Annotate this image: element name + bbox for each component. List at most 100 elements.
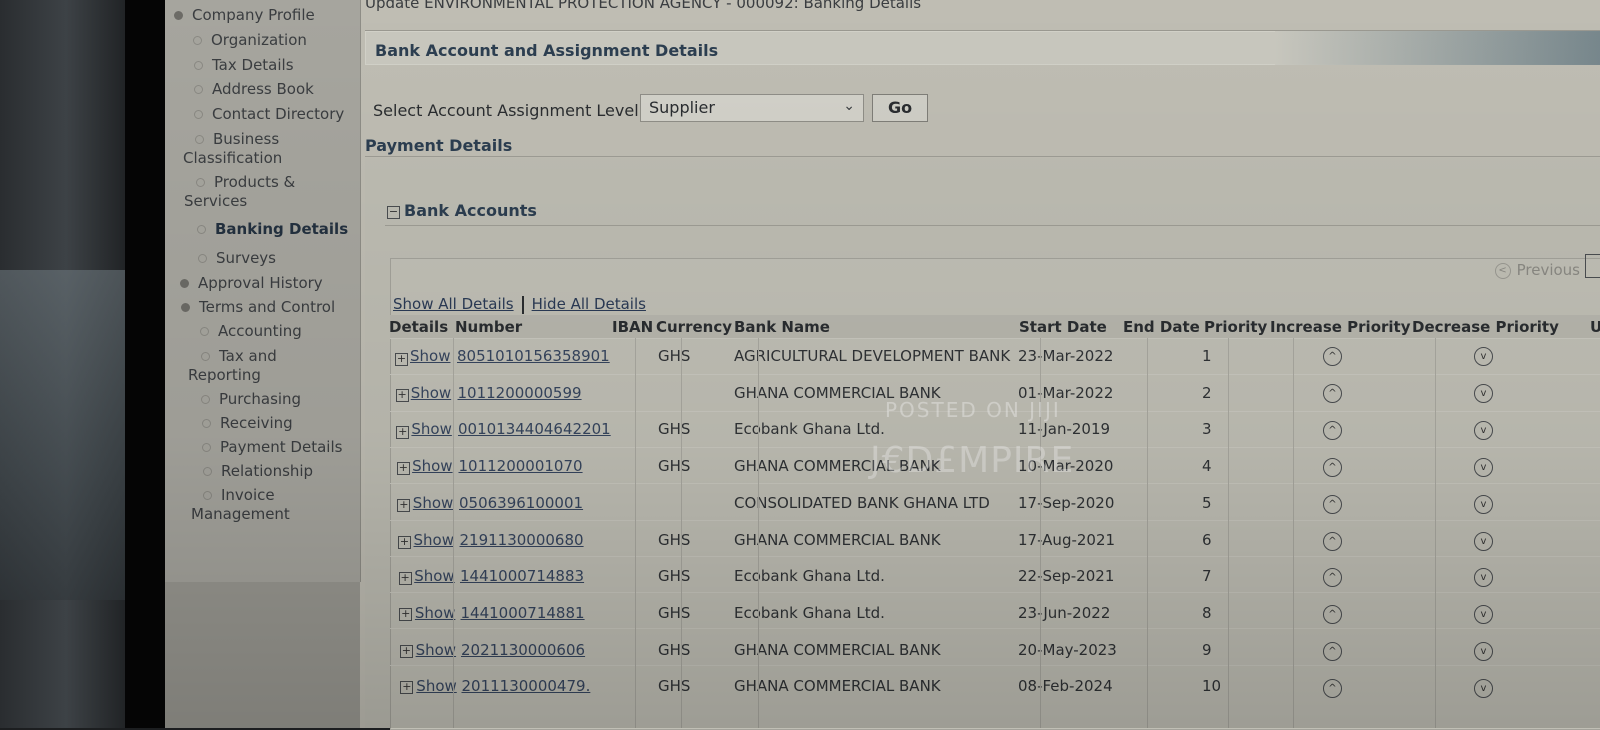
chevron-up-circle-icon[interactable]: ^ <box>1323 568 1342 588</box>
account-number-link[interactable]: 1441000714883 <box>460 567 584 585</box>
sidebar-item-label: Accounting <box>218 322 302 340</box>
column-header-iban[interactable]: IBAN <box>612 318 653 336</box>
sidebar-item-purchasing[interactable]: Purchasing <box>201 390 302 409</box>
minus-box-icon[interactable]: − <box>387 206 400 219</box>
chevron-down-circle-icon[interactable]: v <box>1474 457 1493 477</box>
chevron-up-circle-icon[interactable]: ^ <box>1323 494 1342 514</box>
chevron-down-circle-icon[interactable]: v <box>1474 679 1493 699</box>
chevron-down-icon: ⌄ <box>843 98 855 114</box>
assignment-level-select[interactable]: Supplier ⌄ <box>640 94 864 122</box>
chevron-up-circle-icon[interactable]: ^ <box>1323 642 1342 662</box>
plus-box-icon[interactable]: + <box>395 353 408 366</box>
show-details-link[interactable]: Show <box>415 604 455 622</box>
account-number-link[interactable]: 1011200001070 <box>459 457 583 475</box>
sidebar-item-business-classification[interactable]: Business <box>195 130 280 149</box>
sidebar-item-accounting[interactable]: Accounting <box>200 322 302 341</box>
show-details-link[interactable]: Show <box>414 567 454 585</box>
previous-link[interactable]: < Previous <box>1494 261 1580 279</box>
sidebar-item-label: Business <box>213 130 280 148</box>
chevron-up-circle-icon[interactable]: ^ <box>1323 457 1342 477</box>
chevron-down-circle-icon[interactable]: v <box>1474 494 1493 514</box>
column-header-number[interactable]: Number <box>455 318 522 336</box>
chevron-down-circle-icon[interactable]: v <box>1474 347 1493 366</box>
priority-cell: 8 <box>1202 603 1212 622</box>
chevron-down-circle-icon[interactable]: v <box>1474 568 1493 588</box>
sidebar-item-terms-and-control[interactable]: Terms and Control <box>181 298 335 317</box>
plus-box-icon[interactable]: + <box>398 535 411 549</box>
column-header-details[interactable]: Details <box>389 318 448 336</box>
column-header-currency[interactable]: Currency <box>656 318 732 336</box>
chevron-up-circle-icon[interactable]: ^ <box>1323 605 1342 625</box>
sidebar-item-invoice-management[interactable]: Invoice <box>203 486 275 505</box>
table-row: + Show 2011130000479. GHS GHANA COMMERCIAL B… <box>390 664 1600 702</box>
sidebar-item-approval-history[interactable]: Approval History <box>180 274 323 293</box>
sidebar-item-company-profile[interactable]: Company Profile <box>174 6 315 25</box>
chevron-left-circle-icon: < <box>1494 262 1511 279</box>
column-divider <box>1147 338 1148 728</box>
account-number-link[interactable]: 0506396100001 <box>459 494 583 512</box>
currency-cell: GHS <box>658 420 691 439</box>
plus-box-icon[interactable]: + <box>396 425 410 439</box>
sidebar-item-tax-and-reporting[interactable]: Tax and <box>201 347 277 366</box>
chevron-down-circle-icon[interactable]: v <box>1474 420 1493 440</box>
chevron-up-circle-icon[interactable]: ^ <box>1323 347 1342 366</box>
sidebar-item-banking-details[interactable]: Banking Details <box>197 220 348 239</box>
chevron-up-circle-icon[interactable]: ^ <box>1323 531 1342 551</box>
account-number-link[interactable]: 8051010156358901 <box>457 347 610 365</box>
plus-box-icon[interactable]: + <box>399 644 413 658</box>
chevron-down-circle-icon[interactable]: v <box>1474 642 1493 662</box>
plus-box-icon[interactable]: + <box>396 462 410 476</box>
account-number-link[interactable]: 2191130000680 <box>460 531 584 549</box>
show-details-link[interactable]: Show <box>414 531 454 549</box>
hide-all-details-link[interactable]: Hide All Details <box>532 295 646 313</box>
column-header-bank-name[interactable]: Bank Name <box>734 318 830 336</box>
show-details-link[interactable]: Show <box>411 420 451 438</box>
show-details-link[interactable]: Show <box>416 677 456 695</box>
column-header-end-date[interactable]: End Date <box>1123 318 1200 336</box>
plus-box-icon[interactable]: + <box>398 571 412 585</box>
sidebar-item-label: Purchasing <box>219 390 302 408</box>
sidebar-item-relationship[interactable]: Relationship <box>203 462 313 481</box>
show-details-link[interactable]: Show <box>413 494 453 512</box>
sidebar-item-organization[interactable]: Organization <box>193 31 307 50</box>
sidebar-item-address-book[interactable]: Address Book <box>194 80 314 99</box>
bank-name-cell: GHANA COMMERCIAL BANK <box>734 677 941 696</box>
sidebar-item-contact-directory[interactable]: Contact Directory <box>194 105 344 124</box>
payment-details-title: Payment Details <box>365 136 513 155</box>
chevron-up-circle-icon[interactable]: ^ <box>1323 420 1342 440</box>
show-details-link[interactable]: Show <box>412 457 452 475</box>
account-number-link[interactable]: 1441000714881 <box>461 604 585 622</box>
sidebar-item-products-services[interactable]: Products & <box>196 173 295 192</box>
chevron-down-circle-icon[interactable]: v <box>1474 605 1493 625</box>
column-header-start-date[interactable]: Start Date <box>1019 318 1107 336</box>
priority-cell: 3 <box>1202 420 1212 439</box>
column-divider <box>1040 338 1041 728</box>
chevron-down-circle-icon[interactable]: v <box>1474 531 1493 551</box>
show-details-link[interactable]: Show <box>416 641 456 659</box>
sidebar-item-receiving[interactable]: Receiving <box>202 414 293 433</box>
show-all-details-link[interactable]: Show All Details <box>393 295 514 313</box>
chevron-up-circle-icon[interactable]: ^ <box>1323 383 1342 403</box>
details-links: Show All Details Hide All Details <box>393 295 646 314</box>
sidebar-item-surveys[interactable]: Surveys <box>198 249 276 268</box>
account-number-link[interactable]: 2011130000479. <box>462 677 591 695</box>
plus-box-icon[interactable]: + <box>400 681 414 695</box>
divider <box>365 156 1600 157</box>
chevron-up-circle-icon[interactable]: ^ <box>1323 679 1342 699</box>
column-header-priority[interactable]: Priority <box>1204 318 1267 336</box>
plus-box-icon[interactable]: + <box>399 608 413 622</box>
account-number-link[interactable]: 2021130000606 <box>461 641 585 659</box>
priority-cell: 5 <box>1202 493 1212 512</box>
show-details-link[interactable]: Show <box>411 384 451 402</box>
start-date-cell: 23-Jun-2022 <box>1018 603 1111 622</box>
go-button[interactable]: Go <box>872 94 928 122</box>
sidebar-item-payment-details[interactable]: Payment Details <box>202 438 342 457</box>
account-number-link[interactable]: 1011200000599 <box>458 384 582 402</box>
account-number-link[interactable]: 0010134404642201 <box>458 420 611 438</box>
chevron-down-circle-icon[interactable]: v <box>1474 383 1493 403</box>
plus-box-icon[interactable]: + <box>395 389 409 403</box>
plus-box-icon[interactable]: + <box>397 498 411 512</box>
show-details-link[interactable]: Show <box>410 347 450 365</box>
sidebar-item-tax-details[interactable]: Tax Details <box>194 56 294 75</box>
page-select[interactable] <box>1585 254 1600 278</box>
